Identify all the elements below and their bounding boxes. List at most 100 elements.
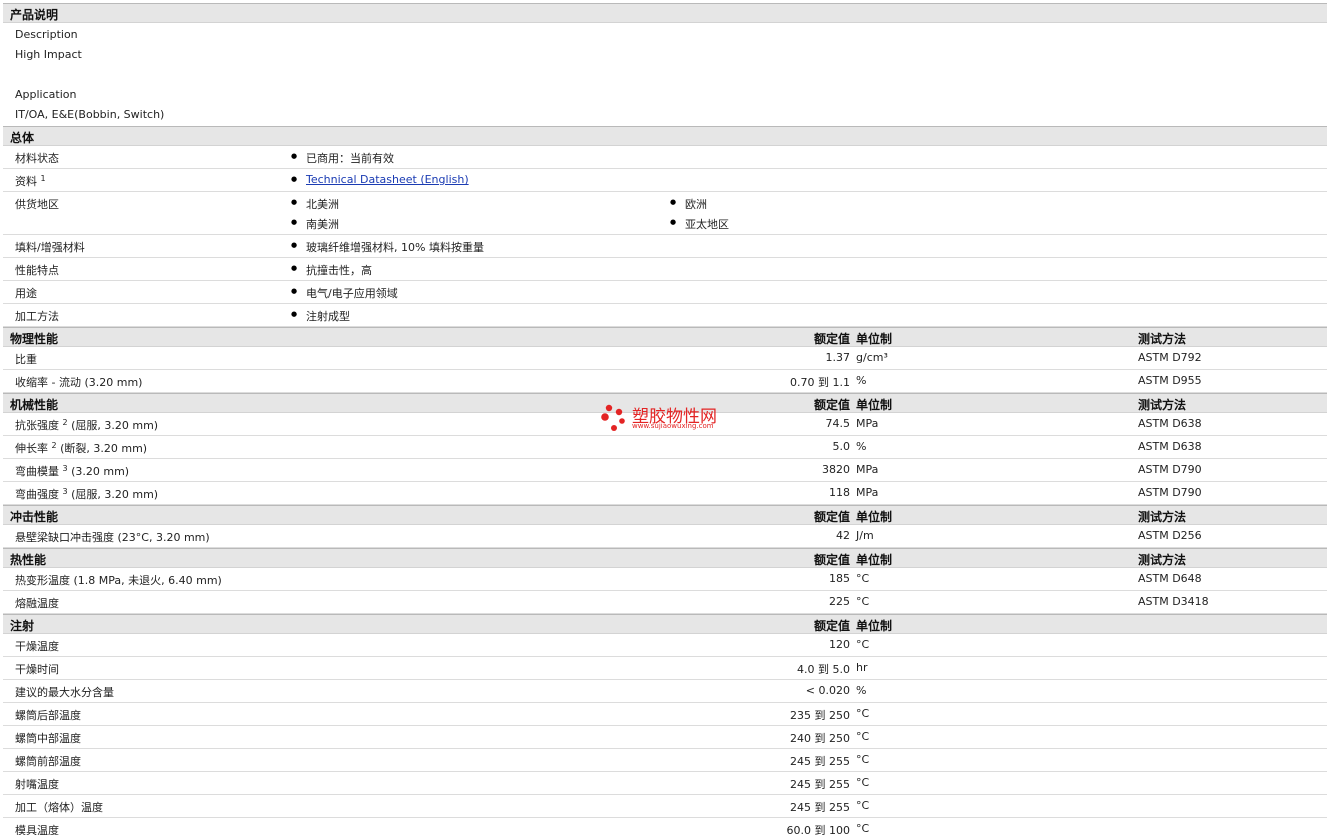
section-header-general: 总体	[3, 126, 1327, 146]
section-title: 冲击性能	[10, 510, 59, 524]
property-unit: MPa	[856, 486, 879, 499]
general-row: 材料状态 已商用：当前有效	[3, 146, 1327, 169]
property-unit: °C	[856, 707, 870, 720]
unit-header: 单位制	[856, 553, 893, 567]
property-row: 比重 1.37 g/cm³ ASTM D792	[3, 347, 1327, 370]
list-item: 亚太地区	[670, 216, 729, 232]
property-value: 245 到 255	[790, 801, 850, 814]
test-method: ASTM D955	[1138, 374, 1202, 387]
list-item: 抗撞击性，高	[291, 262, 372, 278]
section-title: 注射	[10, 619, 35, 633]
property-label: 干燥时间	[15, 663, 59, 676]
section-title: 物理性能	[10, 332, 59, 346]
property-unit: °C	[856, 753, 870, 766]
section-header-physical: 物理性能 额定值 单位制 测试方法	[3, 327, 1327, 347]
property-unit: J/m	[856, 529, 874, 542]
dots-logo-icon	[601, 404, 625, 431]
property-label: 比重	[15, 353, 37, 366]
list-item: 已商用：当前有效	[291, 150, 394, 166]
row-label: 填料/增强材料	[15, 241, 85, 254]
property-unit: °C	[856, 799, 870, 812]
property-unit: MPa	[856, 463, 879, 476]
watermark-logo: 塑胶物性网 www.sujiaowuxing.com	[600, 401, 730, 435]
property-value: 240 到 250	[790, 732, 850, 745]
property-value: 0.70 到 1.1	[790, 376, 850, 389]
method-header: 测试方法	[1138, 332, 1187, 346]
product-description-block: Description High Impact Application IT/O…	[3, 23, 1327, 126]
unit-header: 单位制	[856, 332, 893, 346]
general-row: 加工方法 注射成型	[3, 304, 1327, 327]
property-label: 弯曲模量 3 (3.20 mm)	[15, 464, 130, 478]
section-title: 热性能	[10, 553, 47, 567]
property-unit: °C	[856, 595, 870, 608]
unit-header: 单位制	[856, 398, 893, 412]
property-value: 74.5	[825, 417, 851, 430]
property-label: 弯曲强度 3 (屈服, 3.20 mm)	[15, 487, 159, 501]
row-label: 供货地区	[15, 198, 59, 211]
property-unit: %	[856, 684, 867, 697]
property-label: 干燥温度	[15, 640, 59, 653]
property-row: 收缩率 - 流动 (3.20 mm) 0.70 到 1.1 % ASTM D95…	[3, 370, 1327, 393]
property-label: 热变形温度 (1.8 MPa, 未退火, 6.40 mm)	[15, 574, 222, 587]
property-label: 射嘴温度	[15, 778, 59, 791]
property-label: 熔融温度	[15, 597, 59, 610]
description-label: Description	[15, 28, 78, 41]
property-unit: °C	[856, 572, 870, 585]
list-item: 北美洲	[291, 196, 339, 212]
property-value: 5.0	[832, 440, 851, 453]
property-row: 建议的最大水分含量 < 0.020 %	[3, 680, 1327, 703]
property-unit: %	[856, 440, 867, 453]
property-value: 1.37	[825, 351, 851, 364]
row-label: 资料 1	[15, 174, 46, 188]
property-unit: °C	[856, 822, 870, 835]
method-header: 测试方法	[1138, 553, 1187, 567]
row-label: 用途	[15, 287, 37, 300]
row-label: 加工方法	[15, 310, 59, 323]
property-row: 螺筒中部温度 240 到 250 °C	[3, 726, 1327, 749]
property-row: 熔融温度 225 °C ASTM D3418	[3, 591, 1327, 614]
property-value: < 0.020	[805, 684, 850, 697]
property-value: 225	[829, 595, 850, 608]
property-unit: hr	[856, 661, 868, 674]
general-row: 用途 电气/电子应用领域	[3, 281, 1327, 304]
application-value: IT/OA, E&E(Bobbin, Switch)	[15, 108, 165, 121]
property-label: 抗张强度 2 (屈服, 3.20 mm)	[15, 418, 159, 432]
property-label: 螺筒前部温度	[15, 755, 81, 768]
property-row: 伸长率 2 (断裂, 3.20 mm) 5.0 % ASTM D638	[3, 436, 1327, 459]
property-unit: MPa	[856, 417, 879, 430]
technical-datasheet-link[interactable]: Technical Datasheet (English)	[306, 173, 469, 186]
general-row: 填料/增强材料 玻璃纤维增强材料, 10% 填料按重量	[3, 235, 1327, 258]
property-value: 245 到 255	[790, 755, 850, 768]
property-row: 干燥温度 120 °C	[3, 634, 1327, 657]
property-row: 模具温度 60.0 到 100 °C	[3, 818, 1327, 835]
property-label: 加工（熔体）温度	[15, 801, 103, 814]
property-value: 120	[829, 638, 850, 651]
section-title: 机械性能	[10, 398, 59, 412]
list-item: 电气/电子应用领域	[291, 285, 398, 301]
property-row: 干燥时间 4.0 到 5.0 hr	[3, 657, 1327, 680]
section-title: 产品说明	[10, 8, 59, 22]
property-value: 3820	[822, 463, 850, 476]
section-header-thermal: 热性能 额定值 单位制 测试方法	[3, 548, 1327, 568]
property-row: 螺筒后部温度 235 到 250 °C	[3, 703, 1327, 726]
property-label: 悬壁梁缺口冲击强度 (23°C, 3.20 mm)	[15, 531, 210, 544]
property-row: 弯曲模量 3 (3.20 mm) 3820 MPa ASTM D790	[3, 459, 1327, 482]
unit-header: 单位制	[856, 510, 893, 524]
row-label: 材料状态	[15, 152, 59, 165]
property-value: 4.0 到 5.0	[797, 663, 850, 676]
section-header-impact: 冲击性能 额定值 单位制 测试方法	[3, 505, 1327, 525]
value-header: 额定值	[813, 553, 850, 567]
property-unit: °C	[856, 638, 870, 651]
property-row: 热变形温度 (1.8 MPa, 未退火, 6.40 mm) 185 °C AST…	[3, 568, 1327, 591]
property-unit: g/cm³	[856, 351, 888, 364]
test-method: ASTM D256	[1138, 529, 1202, 542]
description-value: High Impact	[15, 48, 82, 61]
property-unit: °C	[856, 730, 870, 743]
test-method: ASTM D638	[1138, 440, 1202, 453]
property-label: 模具温度	[15, 824, 59, 835]
method-header: 测试方法	[1138, 398, 1187, 412]
application-label: Application	[15, 88, 77, 101]
value-header: 额定值	[813, 332, 850, 346]
property-row: 加工（熔体）温度 245 到 255 °C	[3, 795, 1327, 818]
list-item: 欧洲	[670, 196, 707, 212]
